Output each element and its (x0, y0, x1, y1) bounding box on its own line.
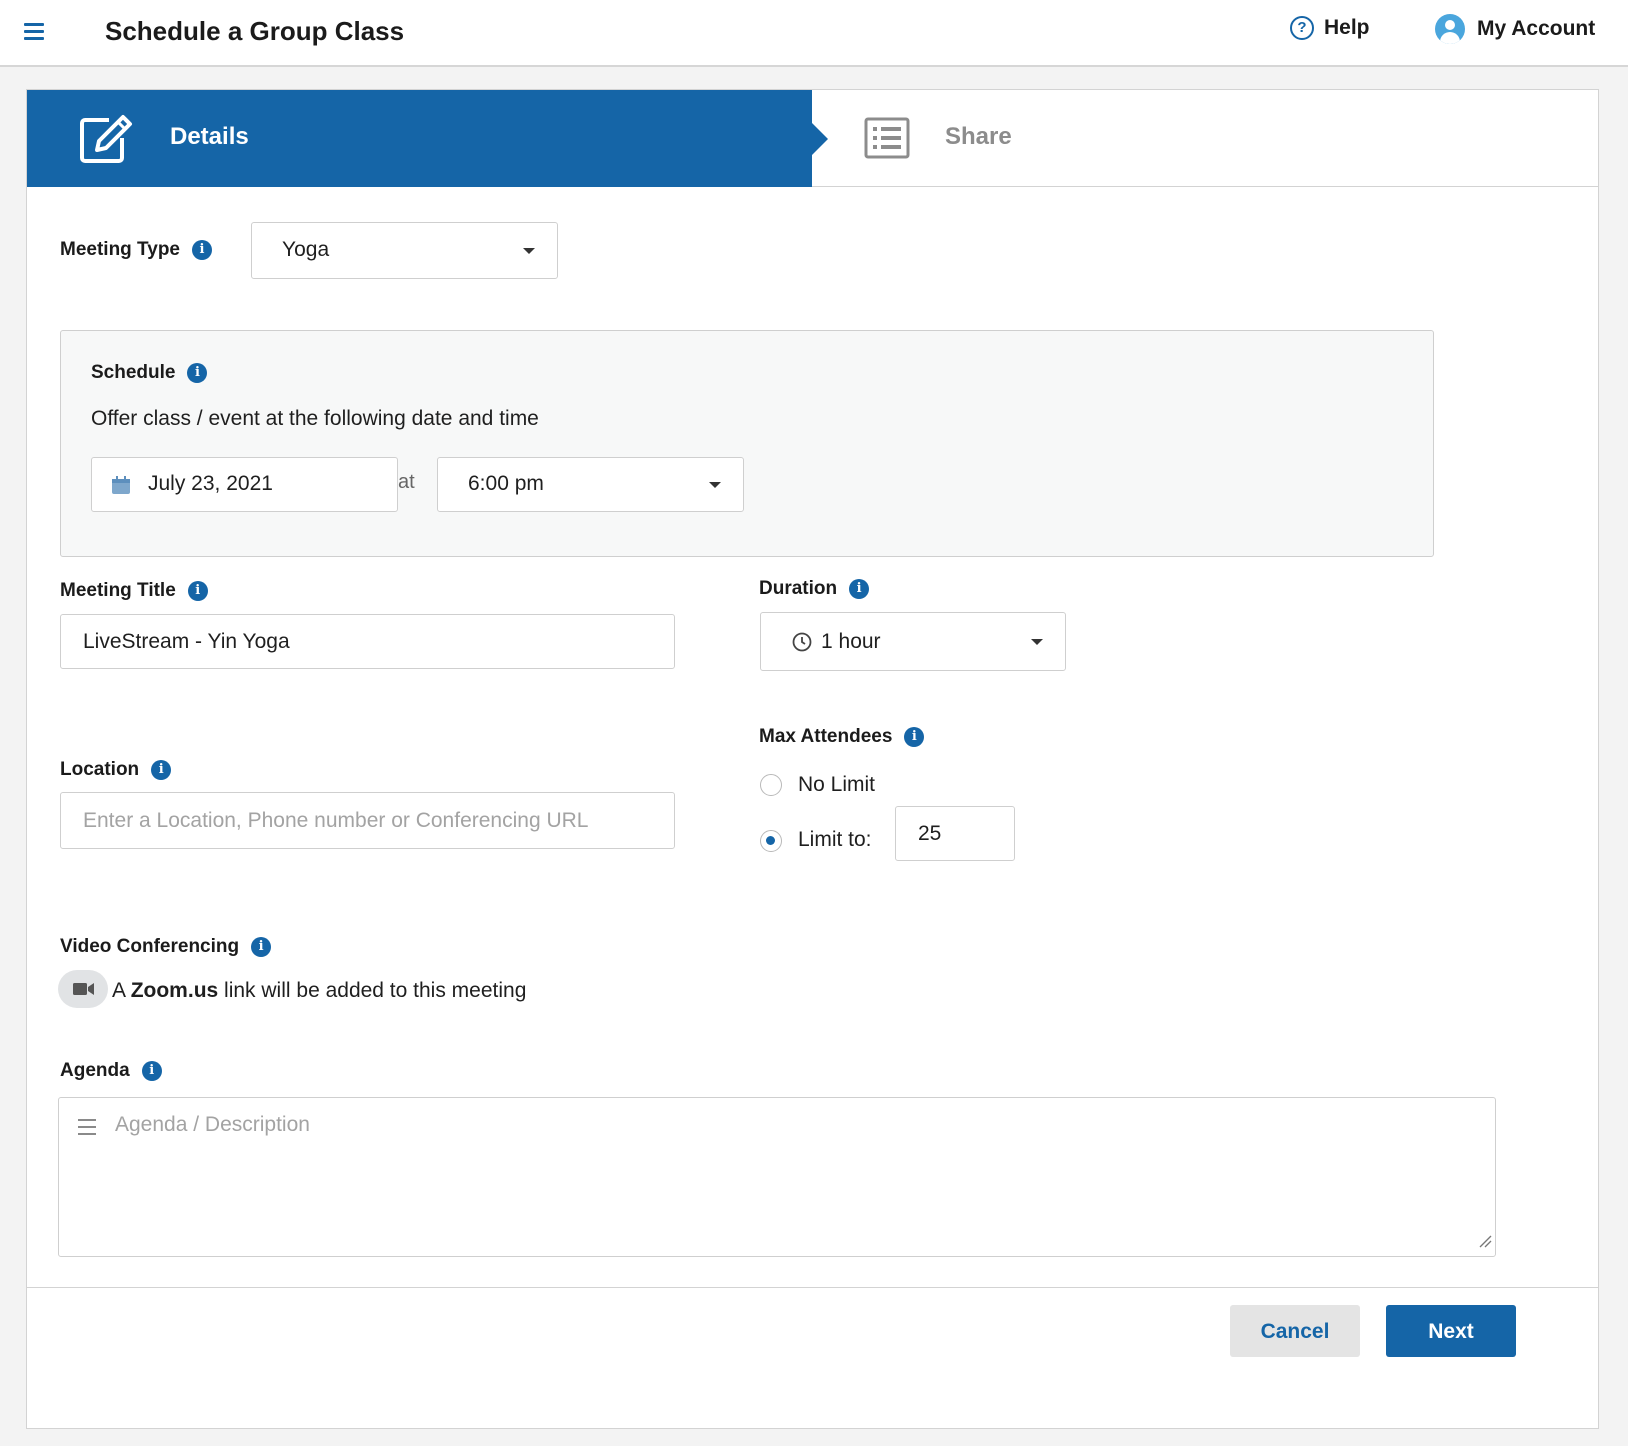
video-toggle[interactable] (58, 970, 108, 1008)
info-icon[interactable]: i (192, 240, 212, 260)
top-bar: Schedule a Group Class ? Help My Account (0, 0, 1628, 67)
schedule-form-card: Details Share Meeting Type i Yoga Schedu… (26, 89, 1599, 1429)
limit-to-radio[interactable] (760, 830, 782, 852)
info-icon[interactable]: i (187, 581, 208, 601)
no-limit-radio[interactable] (760, 774, 782, 796)
my-account-label: My Account (1477, 17, 1596, 40)
cancel-button[interactable]: Cancel (1230, 1305, 1360, 1357)
question-circle-icon: ? (1290, 16, 1314, 40)
meeting-type-label: Meeting Type (60, 239, 180, 260)
help-label: Help (1324, 16, 1370, 39)
video-conferencing-text: A Zoom.us link will be added to this mee… (112, 979, 526, 1003)
step-share-label: Share (945, 123, 1012, 150)
info-icon[interactable]: i (849, 579, 870, 599)
video-camera-icon (73, 981, 95, 1002)
meeting-type-value: Yoga (282, 238, 330, 261)
video-suffix: link will be added to this meeting (224, 979, 527, 1002)
agenda-label-row: Agenda i (60, 1060, 162, 1082)
video-conferencing-label-row: Video Conferencing i (60, 936, 272, 958)
caret-down-icon (1031, 638, 1043, 645)
duration-label-row: Duration i (759, 578, 870, 600)
meeting-type-label-row: Meeting Type i (60, 239, 212, 261)
time-value: 6:00 pm (468, 472, 544, 495)
location-label: Location (60, 759, 140, 780)
duration-value: 1 hour (821, 630, 881, 653)
clock-icon (792, 632, 812, 658)
schedule-label-row: Schedule i (91, 362, 208, 384)
hamburger-menu-icon[interactable] (24, 23, 44, 41)
meeting-title-input[interactable] (60, 614, 675, 669)
date-value: July 23, 2021 (148, 472, 273, 495)
video-prefix: A (112, 979, 125, 1002)
meeting-title-label-row: Meeting Title i (60, 580, 208, 602)
no-limit-label[interactable]: No Limit (798, 773, 875, 797)
list-icon (864, 117, 910, 164)
schedule-section: Schedule i Offer class / event at the fo… (60, 330, 1434, 557)
edit-pencil-icon (79, 114, 133, 169)
date-picker-field[interactable]: July 23, 2021 (91, 457, 398, 512)
info-icon[interactable]: i (141, 1061, 162, 1081)
max-attendees-label: Max Attendees (759, 726, 893, 747)
resize-handle-icon[interactable] (1478, 1234, 1492, 1253)
step-details[interactable]: Details (27, 90, 828, 187)
calendar-icon (111, 475, 131, 501)
step-details-label: Details (170, 123, 249, 150)
at-label: at (398, 471, 415, 493)
next-button[interactable]: Next (1386, 1305, 1516, 1357)
agenda-label: Agenda (60, 1060, 130, 1081)
duration-select[interactable]: 1 hour (760, 612, 1066, 671)
info-icon[interactable]: i (187, 363, 208, 383)
page-title: Schedule a Group Class (105, 16, 405, 46)
max-attendees-label-row: Max Attendees i (759, 726, 925, 748)
schedule-label: Schedule (91, 362, 176, 383)
video-provider: Zoom.us (130, 979, 219, 1002)
schedule-description: Offer class / event at the following dat… (91, 407, 539, 430)
limit-to-input[interactable] (895, 806, 1015, 861)
caret-down-icon (709, 481, 721, 488)
time-select[interactable]: 6:00 pm (437, 457, 744, 512)
form-footer: Cancel Next (27, 1287, 1598, 1429)
location-input[interactable] (60, 792, 675, 849)
help-link[interactable]: ? Help (1290, 16, 1370, 40)
agenda-textarea[interactable] (59, 1098, 1495, 1256)
my-account-link[interactable]: My Account (1435, 14, 1595, 44)
duration-label: Duration (759, 578, 838, 599)
user-avatar-icon (1435, 14, 1465, 44)
info-icon[interactable]: i (904, 727, 925, 747)
caret-down-icon (523, 247, 535, 254)
meeting-type-select[interactable]: Yoga (251, 222, 558, 279)
limit-to-label[interactable]: Limit to: (798, 828, 872, 852)
video-conferencing-label: Video Conferencing (60, 936, 240, 957)
step-share[interactable]: Share (812, 90, 1598, 187)
wizard-steps: Details Share (27, 90, 1598, 187)
location-label-row: Location i (60, 759, 172, 781)
info-icon[interactable]: i (251, 937, 272, 957)
info-icon[interactable]: i (151, 760, 172, 780)
agenda-field (58, 1097, 1496, 1257)
meeting-title-label: Meeting Title (60, 580, 176, 601)
